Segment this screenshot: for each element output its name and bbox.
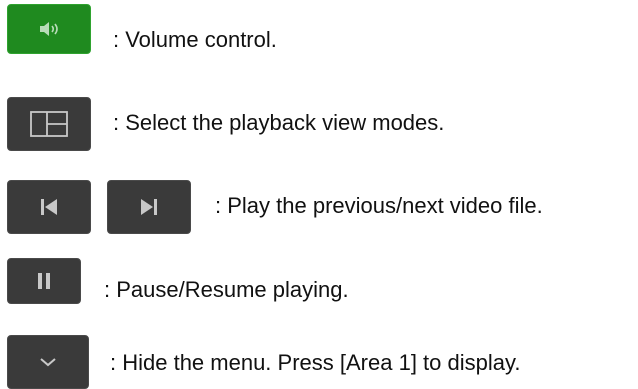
previous-next-description: : Play the previous/next video file.: [215, 193, 543, 218]
chevron-down-icon: [39, 356, 57, 368]
hide-menu-button[interactable]: [7, 335, 89, 389]
pause-description: : Pause/Resume playing.: [104, 277, 349, 302]
next-file-icon: [140, 198, 158, 216]
volume-icon: [38, 21, 60, 37]
view-modes-button[interactable]: [7, 97, 91, 151]
volume-button[interactable]: [7, 4, 91, 54]
previous-file-icon: [40, 198, 58, 216]
next-file-button[interactable]: [107, 180, 191, 234]
pause-button[interactable]: [7, 258, 81, 304]
view-modes-icon: [30, 111, 68, 137]
hide-menu-description: : Hide the menu. Press [Area 1] to displ…: [110, 350, 521, 375]
view-modes-description: : Select the playback view modes.: [113, 110, 445, 135]
pause-icon: [37, 272, 51, 290]
volume-description: : Volume control.: [113, 27, 277, 52]
previous-file-button[interactable]: [7, 180, 91, 234]
